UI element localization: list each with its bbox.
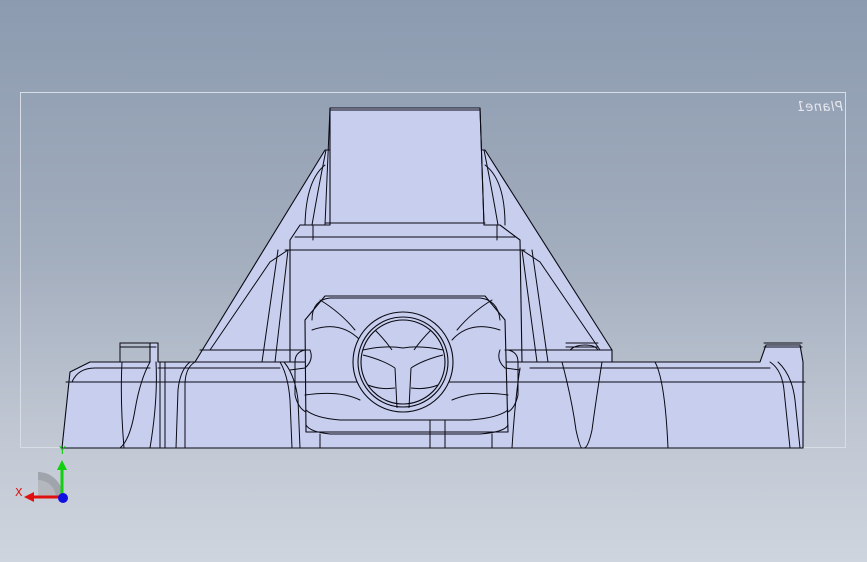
triad-z-axis bbox=[58, 493, 68, 503]
orientation-triad[interactable]: X Y bbox=[10, 440, 80, 510]
graphics-viewport[interactable]: Plane1 X Y bbox=[0, 0, 867, 562]
triad-y-label: Y bbox=[58, 444, 66, 457]
part-model[interactable] bbox=[0, 0, 867, 562]
central-bore bbox=[352, 311, 454, 413]
triad-x-label: X bbox=[15, 486, 23, 499]
